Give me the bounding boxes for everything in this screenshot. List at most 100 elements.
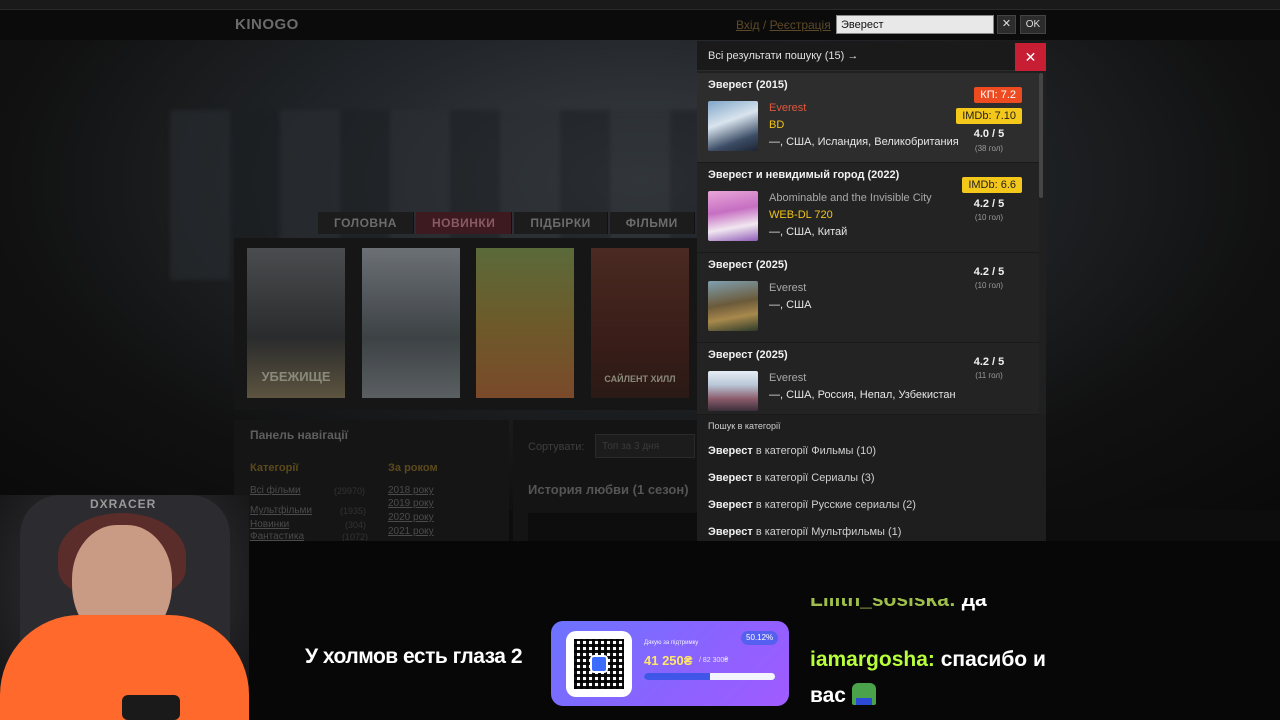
category-link[interactable]: Фантастика [250,531,304,541]
category-name: в категорії Русские сериалы (2) [752,499,916,511]
search-clear-button[interactable]: ✕ [997,15,1016,34]
search-term: Эверест [708,526,753,538]
donation-amount: 41 250₴ [644,653,693,668]
chat-message: вас [810,683,876,708]
search-result-item[interactable]: Эверест (2025) Everest —, США 4.2 / 5 (1… [697,253,1039,343]
result-thumbnail [708,101,758,151]
result-countries: —, США, Китай [769,226,848,238]
year-heading: За роком [388,462,438,474]
donation-progress-fill [644,673,710,680]
nav-collections[interactable]: ПІДБІРКИ [514,212,608,234]
browser-page: KINOGO Вхід / Реєстрація ✕ OK ГОЛОВНА НО… [0,0,1280,541]
dropdown-scrollbar[interactable] [1039,73,1043,198]
chat-text: да [955,598,987,611]
sort-label: Сортувати: [528,441,585,453]
category-search-link[interactable]: Эверест в категорії Русские сериалы (2) [708,499,916,511]
all-results-link[interactable]: Всі результати пошуку (15) → [708,50,858,62]
content-area: Сортувати: Топ за 3 дня История любви (1… [513,420,698,541]
chat-username: Lilith_sosiska: [810,598,956,611]
result-thumbnail [708,371,758,411]
year-link[interactable]: 2021 року [388,526,434,537]
stream-frame: KINOGO Вхід / Реєстрація ✕ OK ГОЛОВНА НО… [0,0,1280,720]
result-quality: BD [769,119,785,131]
category-search-link[interactable]: Эверест в категорії Сериалы (3) [708,472,875,484]
browser-top-strip [0,0,1280,10]
donation-widget: 50.12% Дякую за підтримку 41 250₴ / 82 3… [551,621,789,706]
search-result-item[interactable]: Эверест (2015) Everest BD —, США, Исланд… [697,73,1039,163]
poster-caption: САЙЛЕНТ ХИЛЛ [604,374,676,384]
navigation-panel: Панель навігації Категорії За роком Всі … [234,420,509,541]
site-logo[interactable]: KINOGO [235,16,299,33]
year-link[interactable]: 2018 року [388,485,434,496]
register-link[interactable]: Реєстрація [770,18,831,32]
category-name: в категорії Фильмы (10) [752,445,876,457]
result-rating: 4.2 / 5 [973,266,1005,278]
nav-home[interactable]: ГОЛОВНА [318,212,414,234]
imdb-rating-badge: IMDb: 7.10 [956,108,1022,124]
search-ok-button[interactable]: OK [1020,15,1046,34]
carousel-poster[interactable]: УБЕЖИЩЕ [247,248,345,398]
sort-select[interactable]: Топ за 3 дня [595,434,695,458]
result-title: Эверест и невидимый город (2022) [708,169,900,181]
category-link[interactable]: Всі фільми [250,485,301,496]
result-original-title: Abominable and the Invisible City [769,192,932,204]
main-nav: ГОЛОВНА НОВИНКИ ПІДБІРКИ ФІЛЬМИ С [318,212,741,234]
now-watching-title: У холмов есть глаза 2 [305,645,523,668]
webcam-feed: DXRACER [0,495,249,720]
search-result-item[interactable]: Эверест (2025) Everest —, США, Россия, Н… [697,343,1039,415]
result-original-title: Everest [769,102,807,114]
panel-title: Панель навігації [250,428,348,442]
auth-separator: / [759,18,770,32]
donation-qr-code [566,631,632,697]
search-input[interactable] [836,15,994,34]
nav-movies[interactable]: ФІЛЬМИ [609,212,695,234]
result-thumbnail [708,281,758,331]
carousel-poster[interactable]: САЙЛЕНТ ХИЛЛ [591,248,689,398]
chair-brand-logo: DXRACER [90,497,157,511]
result-countries: —, США [769,299,812,311]
pepe-emote-icon [851,683,876,705]
movie-thumbnail[interactable] [528,513,698,541]
donation-progress-bar [644,673,775,680]
category-count: (1935) [340,506,367,516]
category-name: в категорії Сериалы (3) [752,472,875,484]
microphone [122,695,180,720]
carousel-poster[interactable] [476,248,574,398]
result-original-title: Everest [769,282,807,294]
search-term: Эверест [708,472,753,484]
movie-title[interactable]: История любви (1 сезон) [528,482,689,497]
donation-goal: / 82 300₴ [699,657,729,664]
result-original-title: Everest [769,372,807,384]
chat-text: спасибо и [934,648,1046,671]
search-term: Эверест [708,499,753,511]
stream-chat: Lilith_sosiska: да iamargosha: спасибо и… [810,598,1270,720]
category-count: (1072) [342,532,369,541]
result-title: Эверест (2025) [708,349,788,361]
year-link[interactable]: 2020 року [388,512,434,523]
result-quality: WEB-DL 720 [769,209,833,221]
site-header [0,10,1280,40]
chat-text: вас [810,684,852,707]
poster-caption: УБЕЖИЩЕ [261,369,331,384]
search-term: Эверест [708,445,753,457]
result-title: Эверест (2025) [708,259,788,271]
donation-label: Дякую за підтримку [644,640,699,646]
category-link[interactable]: Мультфільми [250,505,312,516]
category-search-link[interactable]: Эверест в категорії Фильмы (10) [708,445,876,457]
search-result-item[interactable]: Эверест и невидимый город (2022) Abomina… [697,163,1039,253]
carousel-poster[interactable] [362,248,460,398]
categories-heading: Категорії [250,462,299,474]
result-votes: (38 гол) [974,144,1004,153]
auth-links: Вхід / Реєстрація [736,18,831,32]
result-thumbnail [708,191,758,241]
category-count: (29970) [334,486,366,496]
login-link[interactable]: Вхід [736,18,760,32]
category-link[interactable]: Новинки [250,519,289,530]
category-name: в категорії Мультфильмы (1) [752,526,902,538]
result-rating: 4.2 / 5 [973,356,1005,368]
year-link[interactable]: 2019 року [388,498,434,509]
category-search-heading: Пошук в категорії [708,421,781,431]
dropdown-close-button[interactable]: ✕ [1015,43,1046,71]
category-search-link[interactable]: Эверест в категорії Мультфильмы (1) [708,526,901,538]
nav-new[interactable]: НОВИНКИ [415,212,513,234]
